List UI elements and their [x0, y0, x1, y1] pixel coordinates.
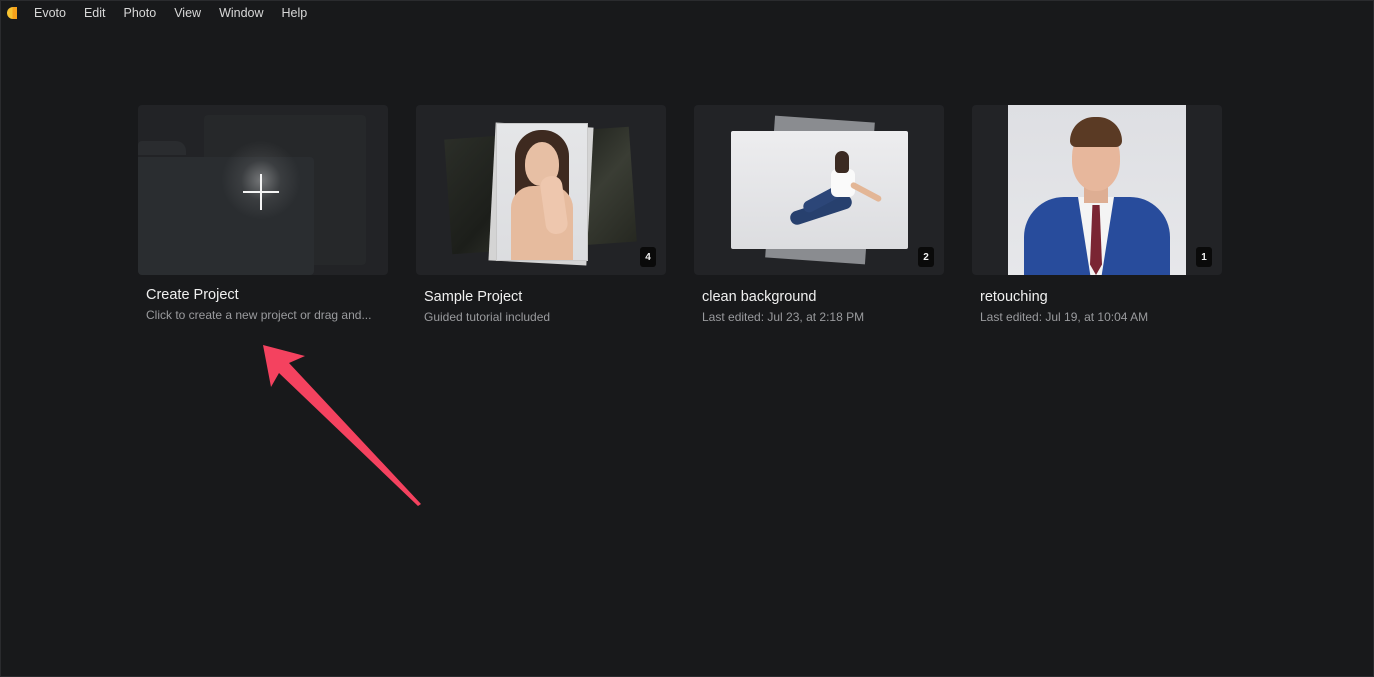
sample-project-card[interactable]: 4 Sample Project Guided tutorial include… [416, 105, 666, 324]
plus-icon[interactable] [243, 174, 279, 210]
sample-project-thumbnail[interactable]: 4 [416, 105, 666, 275]
seated-model-photo [731, 131, 908, 249]
menu-view[interactable]: View [165, 6, 210, 20]
menu-photo[interactable]: Photo [115, 6, 166, 20]
evoto-logo-icon [7, 7, 17, 19]
project-title: retouching [980, 289, 1048, 305]
portrait-photo [496, 123, 588, 261]
retouching-project-card[interactable]: 1 retouching Last edited: Jul 19, at 10:… [972, 105, 1222, 324]
menu-bar: Evoto Edit Photo View Window Help [1, 1, 1373, 25]
folder-tab [138, 141, 186, 155]
menu-window[interactable]: Window [210, 6, 272, 20]
project-title: Sample Project [424, 289, 523, 305]
clean-background-thumbnail[interactable]: 2 [694, 105, 944, 275]
evoto-window: Evoto Edit Photo View Window Help Create… [0, 0, 1374, 677]
photo-count-badge: 4 [640, 247, 656, 267]
project-subtitle: Click to create a new project or drag an… [146, 308, 372, 322]
project-subtitle: Last edited: Jul 19, at 10:04 AM [980, 310, 1149, 324]
project-title: clean background [702, 289, 817, 305]
photo-count-badge: 2 [918, 247, 934, 267]
create-project-thumbnail[interactable] [138, 105, 388, 275]
menu-help[interactable]: Help [273, 6, 317, 20]
clean-background-project-card[interactable]: 2 clean background Last edited: Jul 23, … [694, 105, 944, 324]
suit-portrait-photo [1008, 105, 1186, 275]
project-title: Create Project [146, 287, 239, 303]
project-subtitle: Last edited: Jul 23, at 2:18 PM [702, 310, 865, 324]
menu-edit[interactable]: Edit [75, 6, 115, 20]
retouching-thumbnail[interactable]: 1 [972, 105, 1222, 275]
annotation-arrow-icon [263, 345, 421, 506]
project-subtitle: Guided tutorial included [424, 310, 551, 324]
create-project-card[interactable]: Create Project Click to create a new pro… [138, 105, 388, 322]
menu-evoto[interactable]: Evoto [25, 6, 75, 20]
photo-count-badge: 1 [1196, 247, 1212, 267]
